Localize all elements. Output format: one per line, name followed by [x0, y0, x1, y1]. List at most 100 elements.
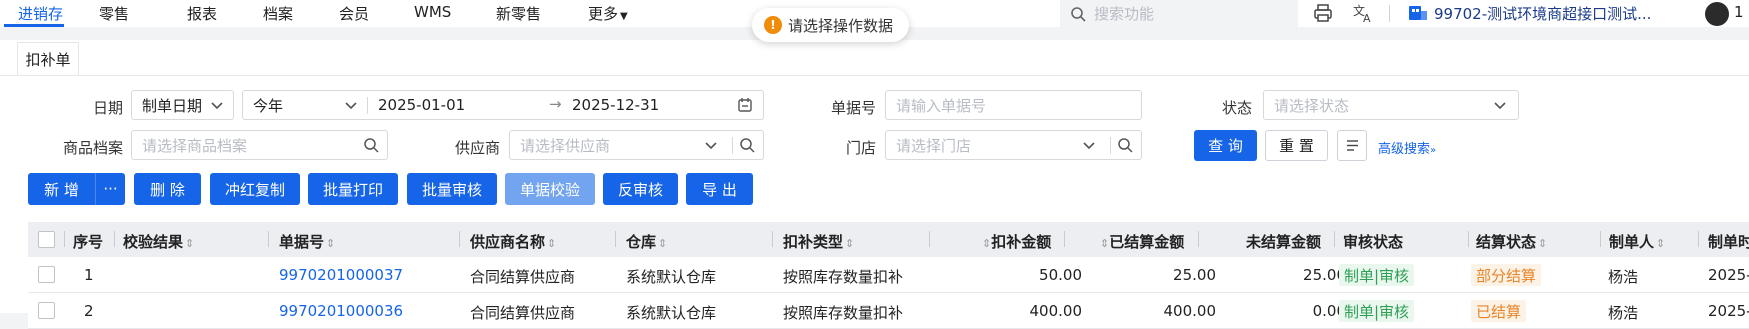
row-created-time: 2025-	[1708, 302, 1749, 320]
col-supplier-label: 供应商名称	[470, 233, 546, 251]
end-date[interactable]: 2025-12-31	[572, 96, 659, 114]
col-creator[interactable]: 制单人 ⇕	[1609, 231, 1665, 252]
goods-select[interactable]: 请选择商品档案	[131, 130, 388, 160]
date-label: 日期	[92, 99, 123, 117]
toast-text: 请选择操作数据	[788, 16, 894, 35]
table-row[interactable]: 2 9970201000036 合同结算供应商 系统默认仓库 按照库存数量扣补 …	[28, 293, 1749, 329]
column-settings-button[interactable]	[1337, 130, 1367, 161]
nav-item-new-retail[interactable]: 新零售	[496, 3, 541, 23]
tab-deduction-doc[interactable]: 扣补单	[17, 42, 79, 76]
search-icon[interactable]	[363, 137, 379, 153]
doc-no-placeholder: 请输入单据号	[896, 96, 987, 115]
col-doc-no[interactable]: 单据号 ⇕	[279, 231, 335, 252]
calendar-icon[interactable]	[737, 97, 753, 113]
status-select[interactable]: 请选择状态	[1263, 90, 1519, 120]
chevron-down-icon	[1083, 142, 1095, 150]
company-name[interactable]: 99702-测试环境商超接口测试...	[1434, 3, 1651, 23]
col-deduct-type-label: 扣补类型	[783, 233, 844, 251]
chevron-down-icon	[1494, 102, 1506, 110]
tab-divider	[0, 75, 1749, 76]
more-actions-button[interactable]: ···	[96, 173, 125, 205]
date-type-value: 制单日期	[142, 96, 203, 115]
row-deduct-type: 按照库存数量扣补	[783, 268, 904, 286]
col-warehouse-label: 仓库	[626, 233, 657, 251]
col-settled[interactable]: ⇕已结算金额	[1098, 231, 1184, 252]
chevron-down-icon	[211, 102, 223, 110]
nav-item-members[interactable]: 会员	[339, 3, 369, 23]
batch-audit-button[interactable]: 批量审核	[407, 173, 497, 205]
row-settled: 25.00	[1173, 266, 1216, 284]
row-checkbox[interactable]	[38, 302, 55, 319]
doc-check-button[interactable]: 单据校验	[505, 173, 595, 205]
nav-item-reports[interactable]: 报表	[187, 3, 217, 23]
date-type-select[interactable]: 制单日期	[131, 90, 234, 120]
doc-no-input[interactable]: 请输入单据号	[885, 90, 1142, 120]
audit-status-badge: 制单|审核	[1339, 264, 1415, 286]
date-range-value: 今年	[253, 96, 284, 115]
col-warehouse[interactable]: 仓库 ⇕	[626, 231, 667, 252]
query-button[interactable]: 查 询	[1194, 130, 1257, 161]
reset-button[interactable]: 重 置	[1265, 130, 1328, 161]
nav-item-more[interactable]: 更多 ▼	[588, 3, 628, 23]
translate-icon[interactable]: 文A	[1353, 3, 1375, 23]
search-icon	[1071, 6, 1086, 22]
column-divider	[772, 231, 773, 247]
row-index: 2	[84, 302, 94, 320]
date-range-picker[interactable]: 今年 2025-01-01 → 2025-12-31	[242, 90, 764, 120]
supplier-select[interactable]: 请选择供应商	[509, 130, 764, 160]
sort-icon: ⇕	[547, 237, 557, 250]
add-button[interactable]: 新 增	[28, 173, 95, 205]
col-check-result[interactable]: 校验结果 ⇕	[123, 231, 194, 252]
search-icon[interactable]	[739, 137, 755, 153]
search-icon[interactable]	[1117, 137, 1133, 153]
sort-icon: ⇕	[326, 237, 336, 250]
range-arrow: →	[549, 95, 562, 113]
supplier-placeholder: 请选择供应商	[520, 136, 611, 155]
select-divider	[732, 137, 733, 154]
col-index: 序号	[73, 233, 104, 251]
nav-item-wms[interactable]: WMS	[414, 3, 451, 23]
column-divider	[64, 231, 65, 247]
audit-status-badge: 制单|审核	[1339, 300, 1415, 322]
col-amount-label: 扣补金额	[991, 233, 1052, 251]
settle-status-badge: 已结算	[1471, 300, 1527, 322]
sort-icon: ⇕	[1100, 237, 1110, 250]
nav-item-archives[interactable]: 档案	[263, 3, 293, 23]
nav-item-inventory[interactable]: 进销存	[18, 3, 63, 23]
column-divider	[1698, 231, 1699, 247]
col-settle-status[interactable]: 结算状态 ⇕	[1476, 231, 1547, 252]
warning-icon: !	[764, 16, 782, 34]
printer-icon[interactable]	[1313, 3, 1333, 23]
advanced-search-link[interactable]: 高级搜索»	[1378, 138, 1436, 157]
status-label: 状态	[1221, 99, 1252, 117]
col-deduct-type[interactable]: 扣补类型 ⇕	[783, 231, 854, 252]
row-creator: 杨浩	[1608, 268, 1639, 286]
supplier-label: 供应商	[454, 139, 500, 157]
select-all-checkbox[interactable]	[38, 231, 55, 248]
red-copy-button[interactable]: 冲红复制	[210, 173, 300, 205]
nav-item-retail[interactable]: 零售	[99, 3, 129, 23]
unaudit-button[interactable]: 反审核	[603, 173, 678, 205]
row-checkbox[interactable]	[38, 266, 55, 283]
range-divider	[367, 97, 368, 114]
sort-icon: ⇕	[1538, 237, 1548, 250]
batch-print-button[interactable]: 批量打印	[308, 173, 398, 205]
row-amount: 50.00	[1039, 266, 1082, 284]
row-doc-no-link[interactable]: 9970201000037	[279, 266, 403, 284]
col-settled-label: 已结算金额	[1109, 233, 1185, 251]
function-search-input[interactable]: 搜索功能	[1060, 0, 1298, 27]
nav-active-indicator	[4, 24, 64, 27]
store-select[interactable]: 请选择门店	[885, 130, 1142, 160]
column-divider	[114, 231, 115, 247]
sort-icon: ⇕	[982, 237, 992, 250]
store-label: 门店	[845, 139, 876, 157]
export-button[interactable]: 导 出	[686, 173, 753, 205]
status-placeholder: 请选择状态	[1274, 96, 1350, 115]
table-row[interactable]: 1 9970201000037 合同结算供应商 系统默认仓库 按照库存数量扣补 …	[28, 257, 1749, 293]
delete-button[interactable]: 删 除	[134, 173, 201, 205]
row-doc-no-link[interactable]: 9970201000036	[279, 302, 403, 320]
avatar[interactable]	[1705, 2, 1729, 26]
col-amount[interactable]: ⇕扣补金额	[980, 231, 1051, 252]
col-supplier[interactable]: 供应商名称 ⇕	[470, 231, 556, 252]
start-date[interactable]: 2025-01-01	[378, 96, 465, 114]
